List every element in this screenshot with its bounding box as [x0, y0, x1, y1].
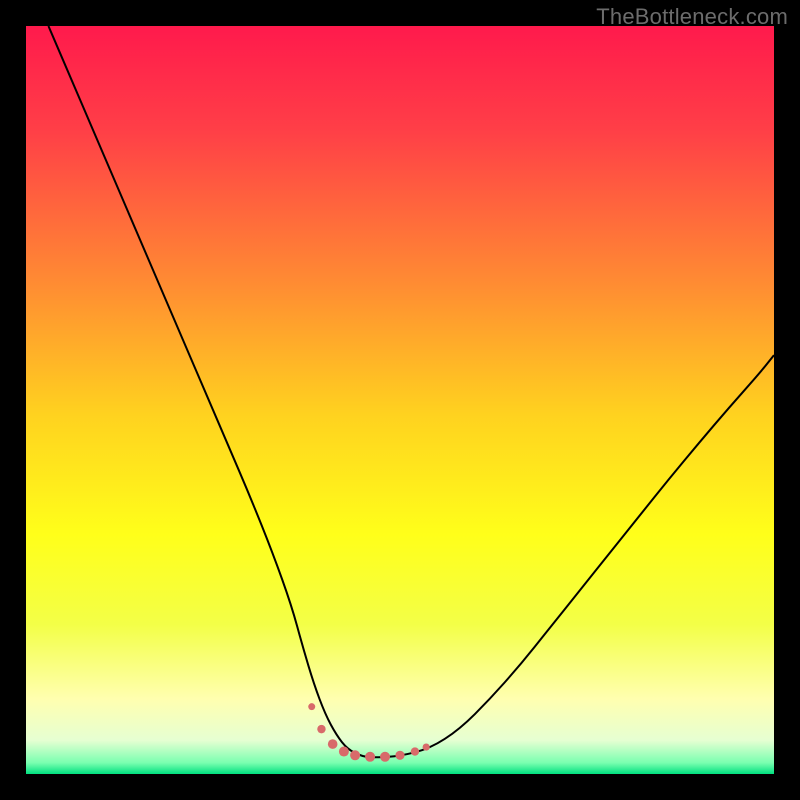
watermark-text: TheBottleneck.com	[596, 4, 788, 30]
marker-dot	[411, 747, 419, 755]
marker-dot	[395, 751, 404, 760]
marker-dot	[423, 743, 430, 750]
marker-dot	[339, 747, 349, 757]
marker-dot	[308, 703, 315, 710]
bottleneck-plot	[26, 26, 774, 774]
marker-dot	[365, 752, 375, 762]
marker-dot	[380, 752, 390, 762]
chart-frame: TheBottleneck.com	[0, 0, 800, 800]
gradient-fill	[26, 26, 774, 774]
marker-dot	[317, 725, 325, 733]
marker-dot	[350, 750, 360, 760]
marker-dot	[328, 739, 338, 749]
